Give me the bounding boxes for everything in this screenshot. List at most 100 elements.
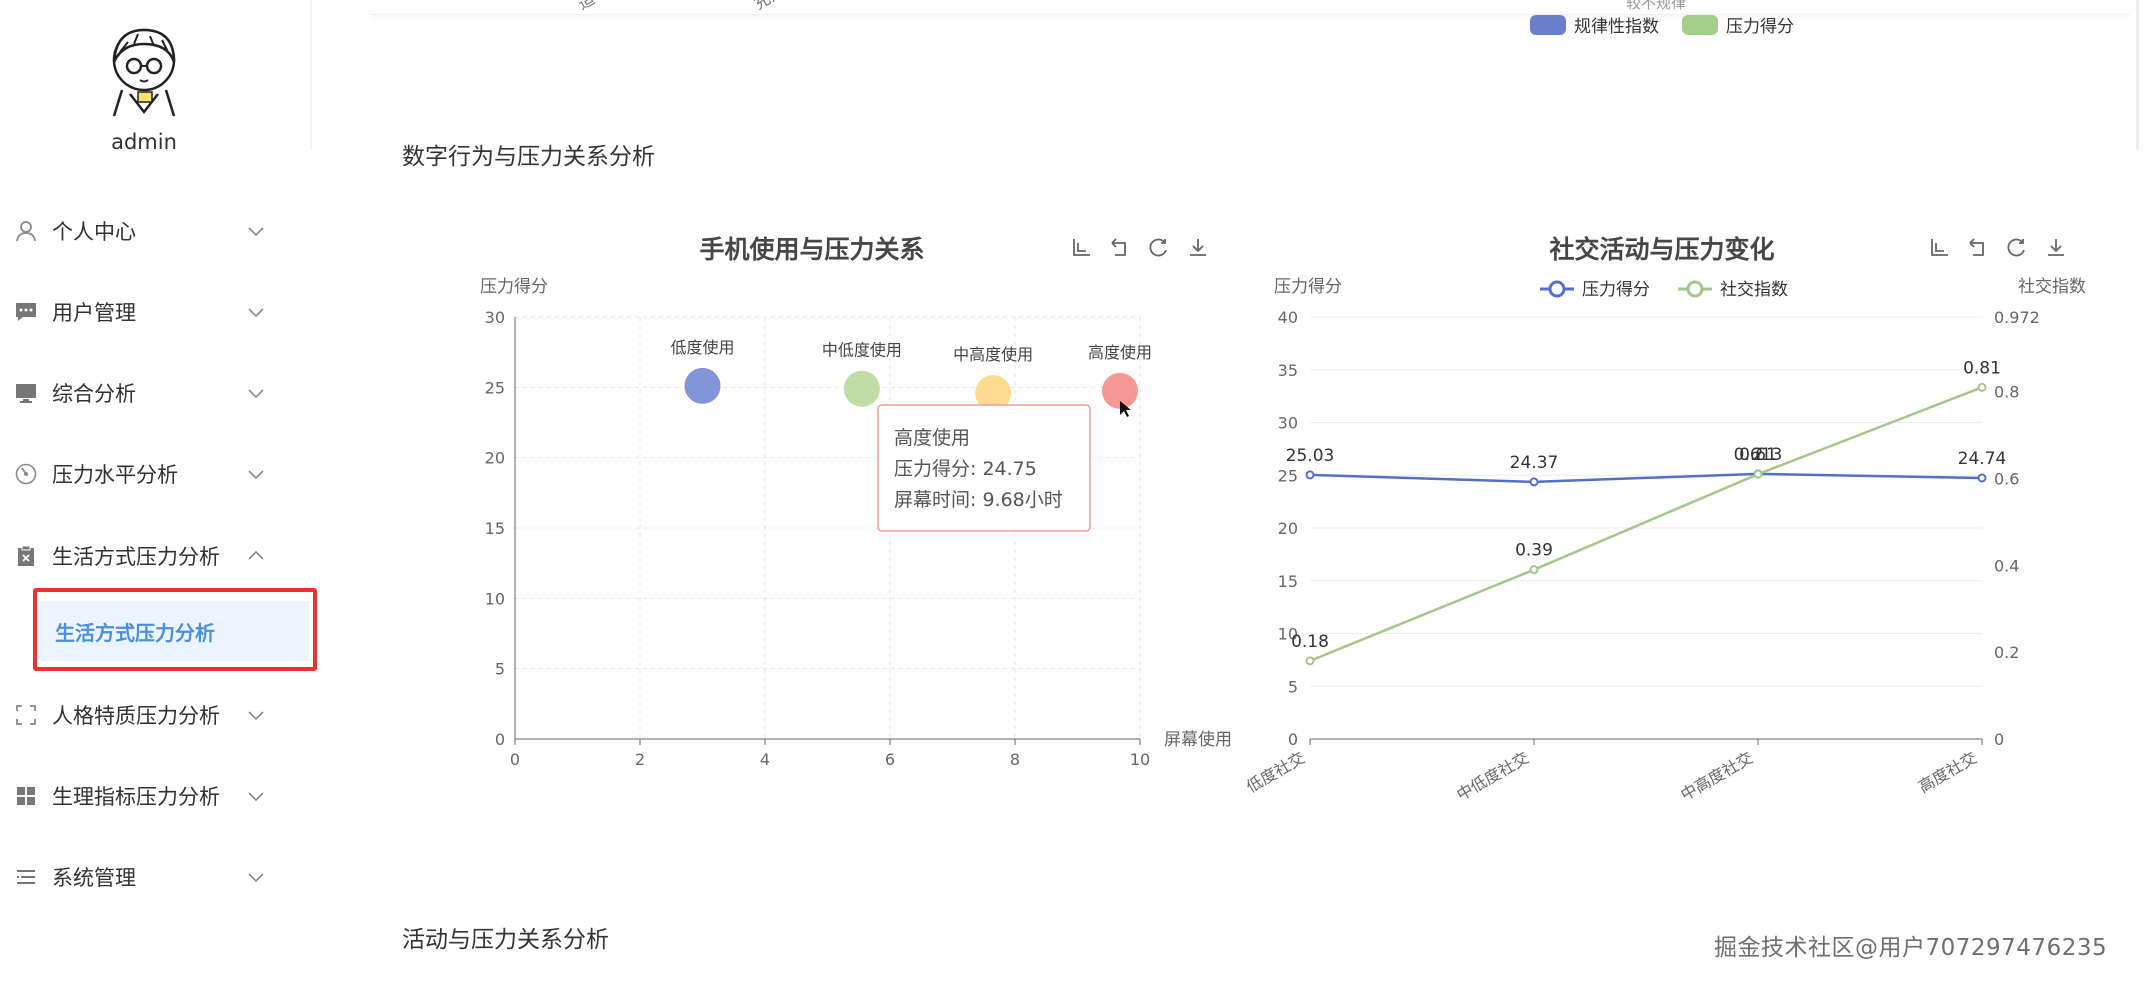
y-tick-label: 15 — [485, 519, 505, 538]
y-tick-label: 0 — [1288, 730, 1298, 749]
point-label: 中低度使用 — [822, 341, 902, 360]
sidebar-item-system[interactable]: 系统管理 — [0, 847, 288, 907]
data-point[interactable] — [1529, 477, 1539, 487]
zoom-icon[interactable] — [1073, 239, 1090, 256]
y-tick-label: 20 — [1278, 519, 1298, 538]
tooltip-title: 高度使用 — [894, 427, 970, 449]
y2-tick-label: 0 — [1994, 730, 2004, 749]
sidebar-item-label: 个人中心 — [52, 220, 136, 244]
y-tick-label: 10 — [485, 589, 505, 608]
x-tick-label: 低度社交 — [1243, 748, 1308, 796]
chat-icon — [14, 300, 38, 324]
scatter-point[interactable] — [684, 367, 721, 404]
gauge-icon — [14, 462, 38, 486]
zoom-reset-icon[interactable] — [1969, 238, 1984, 256]
grid-icon — [14, 784, 38, 808]
sidebar-item-analysis[interactable]: 综合分析 — [0, 363, 288, 423]
legend-swatch — [1530, 14, 1566, 35]
y-tick-label: 5 — [1288, 677, 1298, 696]
x-tick-label: 中低度社交 — [1453, 748, 1532, 804]
data-label: 24.74 — [1958, 449, 2007, 469]
data-point[interactable] — [1753, 469, 1763, 479]
chart-toolbox[interactable] — [1931, 238, 2064, 257]
scroll-edge — [2136, 0, 2139, 150]
sidebar-item-label: 生理指标压力分析 — [52, 785, 220, 809]
data-label: 0.613 — [1734, 445, 1783, 465]
legend-label: 规律性指数 — [1574, 17, 1659, 37]
x-tick-label: 8 — [1010, 750, 1020, 769]
legend-item[interactable]: 规律性指数 — [1530, 12, 1659, 37]
x-tick-label: 6 — [885, 750, 895, 769]
x-tick-label: 4 — [760, 750, 770, 769]
y2-axis-label: 社交指数 — [2018, 277, 2086, 297]
submenu-item-label: 生活方式压力分析 — [55, 620, 215, 645]
avatar[interactable] — [100, 22, 188, 118]
chart-toolbox[interactable] — [1073, 238, 1206, 257]
section-title: 活动与压力关系分析 — [402, 927, 609, 953]
legend-label: 压力得分 — [1726, 17, 1794, 37]
data-point[interactable] — [1305, 470, 1315, 480]
clipboard-icon — [14, 544, 38, 568]
zoom-icon[interactable] — [1931, 239, 1948, 256]
download-icon[interactable] — [1190, 239, 1206, 256]
tooltip: 高度使用 压力得分: 24.75 屏幕时间: 9.68小时 — [877, 404, 1091, 532]
list-icon — [14, 865, 38, 889]
x-tick-label: 2 — [635, 750, 645, 769]
tooltip-line: 压力得分: 24.75 — [894, 458, 1037, 480]
legend-label: 压力得分 — [1582, 280, 1650, 300]
legend-item[interactable]: 社交指数 — [1678, 280, 1788, 300]
data-label: 24.37 — [1510, 453, 1559, 473]
chevron-down-icon — [248, 873, 264, 883]
chevron-up-icon — [248, 550, 264, 560]
sidebar-item-users[interactable]: 用户管理 — [0, 282, 288, 342]
chart-title: 手机使用与压力关系 — [699, 235, 924, 264]
sidebar-item-physiology[interactable]: 生理指标压力分析 — [0, 766, 288, 826]
sidebar-item-lifestyle[interactable]: 生活方式压力分析 — [0, 526, 288, 586]
data-label: 0.39 — [1515, 541, 1553, 561]
scatter-point[interactable] — [843, 370, 880, 407]
y-tick-label: 5 — [495, 660, 505, 679]
x-tick-label: 0 — [510, 750, 520, 769]
y-axis-label: 压力得分 — [480, 277, 548, 297]
section-title: 数字行为与压力关系分析 — [402, 144, 655, 170]
x-tick-label: 中高度社交 — [1677, 748, 1756, 804]
sidebar-item-stress-level[interactable]: 压力水平分析 — [0, 444, 288, 504]
y-tick-label: 25 — [485, 378, 505, 397]
data-label: 0.18 — [1291, 632, 1329, 652]
sidebar-item-label: 系统管理 — [52, 866, 136, 890]
refresh-icon[interactable] — [2007, 238, 2025, 257]
submenu-item-lifestyle[interactable]: 生活方式压力分析 — [39, 601, 309, 661]
y2-tick-label: 0.8 — [1994, 383, 2019, 402]
download-icon[interactable] — [2048, 239, 2064, 256]
line-chart[interactable]: 社交活动与压力变化 压力得分 社交指数 压力得分 社交指数 05101520253… — [1240, 225, 2100, 815]
legend[interactable]: 压力得分 社交指数 — [1540, 280, 1788, 300]
y2-tick-label: 0.972 — [1994, 308, 2040, 327]
data-point[interactable] — [1977, 473, 1987, 483]
series-line — [1309, 386, 1983, 663]
sidebar-divider — [310, 0, 312, 150]
y-tick-label: 15 — [1278, 572, 1298, 591]
x-tick-label: 高度社交 — [1915, 748, 1980, 796]
data-point[interactable] — [1305, 656, 1315, 666]
monitor-icon — [14, 381, 38, 405]
grid — [1310, 316, 1982, 687]
data-points[interactable]: 低度使用 中低度使用 中高度使用 高度使用 — [670, 338, 1152, 411]
y-tick-label: 20 — [485, 449, 505, 468]
data-point[interactable] — [1529, 565, 1539, 575]
x-axis-label: 屏幕使用 — [1164, 729, 1232, 750]
refresh-icon[interactable] — [1149, 238, 1167, 257]
chevron-down-icon — [248, 389, 264, 399]
series[interactable]: 25.03 24.37 2 24.740.180.390.610.81 — [1286, 358, 2007, 666]
sidebar-item-personality[interactable]: 人格特质压力分析 — [0, 685, 288, 745]
legend-item[interactable]: 压力得分 — [1540, 280, 1650, 300]
y-tick-label: 30 — [1278, 414, 1298, 433]
clipped-tick-label: 适中 — [575, 0, 612, 13]
clipped-tick-label: 充足 — [751, 0, 788, 13]
data-point[interactable] — [1977, 382, 1987, 392]
zoom-reset-icon[interactable] — [1111, 238, 1126, 256]
legend-item[interactable]: 压力得分 — [1682, 12, 1794, 37]
axes: 0 5 10 15 20 25 30 0 2 4 6 8 10 — [485, 308, 1151, 769]
data-label: 25.03 — [1286, 446, 1335, 466]
scatter-chart[interactable]: 手机使用与压力关系 压力得分 屏幕使用 0510152025300 2 4 6 8 10 … — [460, 225, 1240, 815]
sidebar-item-personal[interactable]: 个人中心 — [0, 201, 288, 261]
